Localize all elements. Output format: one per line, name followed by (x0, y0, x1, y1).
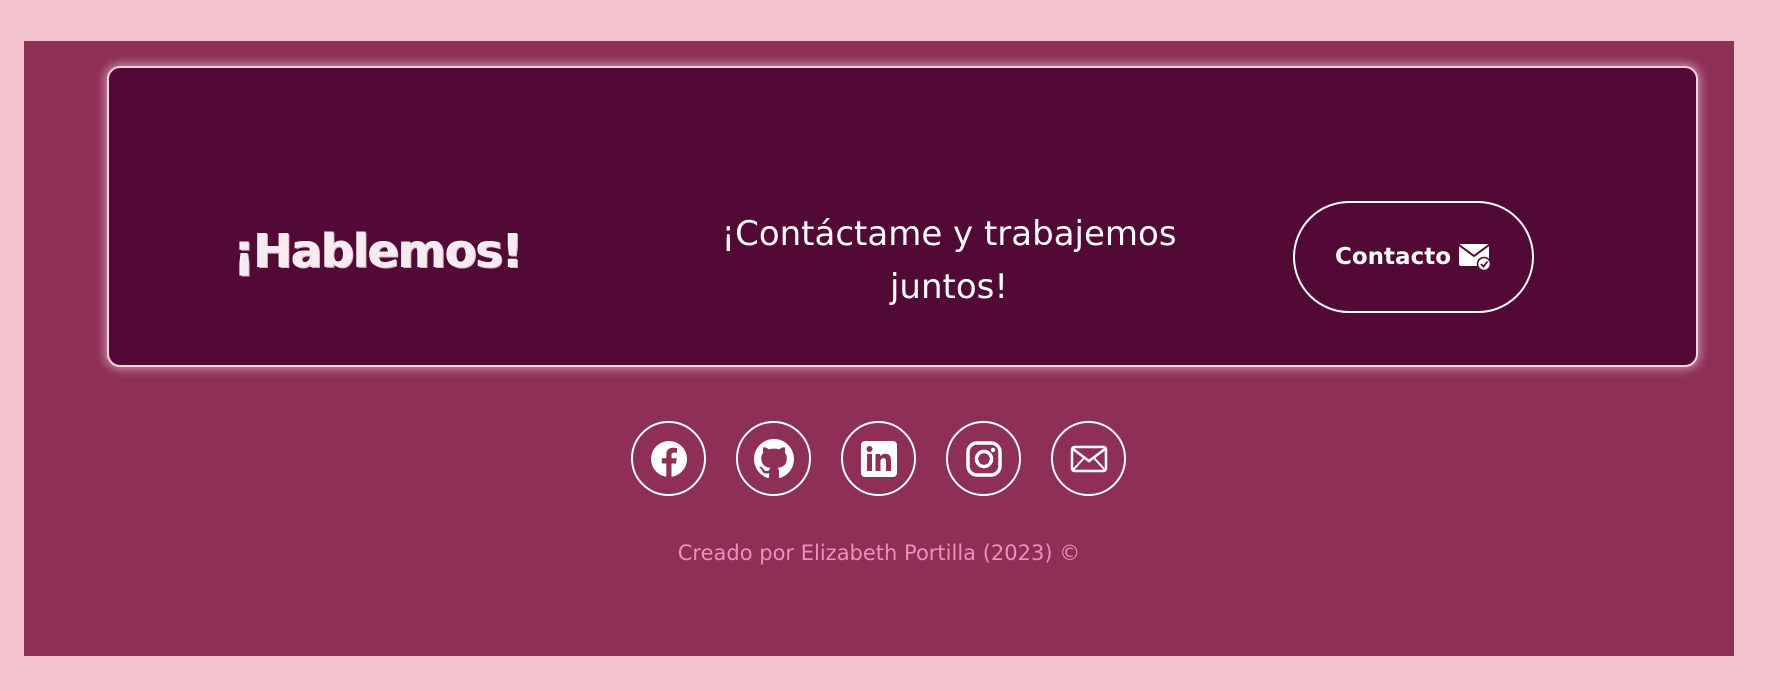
social-links (631, 421, 1126, 496)
instagram-icon (964, 439, 1004, 479)
facebook-icon (649, 439, 689, 479)
linkedin-link[interactable] (841, 421, 916, 496)
cta-message: ¡Contáctame y trabajemos juntos! (721, 214, 1177, 307)
contact-button[interactable]: Contacto (1293, 201, 1534, 313)
email-link[interactable] (1051, 421, 1126, 496)
facebook-link[interactable] (631, 421, 706, 496)
github-link[interactable] (736, 421, 811, 496)
github-icon (753, 438, 794, 479)
footer: ¡Hablemos! ¡Contáctame y trabajemos junt… (24, 41, 1734, 656)
envelope-icon (1069, 439, 1109, 479)
contact-button-label: Contacto (1335, 244, 1451, 270)
instagram-link[interactable] (946, 421, 1021, 496)
cta-heading: ¡Hablemos! (234, 224, 523, 278)
contact-cta-card: ¡Hablemos! ¡Contáctame y trabajemos junt… (107, 66, 1698, 367)
envelope-check-icon (1458, 243, 1492, 271)
copyright-credit: Creado por Elizabeth Portilla (2023) © (677, 541, 1081, 565)
linkedin-icon (859, 439, 899, 479)
